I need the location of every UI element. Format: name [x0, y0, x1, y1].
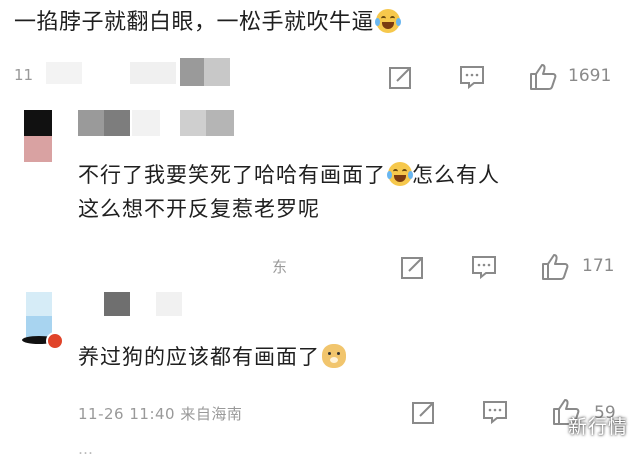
- laugh-tears-emoji-icon: [375, 9, 402, 33]
- redacted-block: [46, 62, 82, 84]
- redacted-block: [156, 292, 182, 316]
- avatar-lower: [24, 136, 52, 162]
- redacted-block: [132, 110, 160, 136]
- share-icon[interactable]: [400, 254, 426, 280]
- like-icon[interactable]: [528, 62, 558, 92]
- verified-badge-icon: [46, 332, 64, 350]
- top-comment-text: 一掐脖子就翻白眼，一松手就吹牛逼: [14, 8, 402, 38]
- top-comment-body: 一掐脖子就翻白眼，一松手就吹牛逼: [14, 10, 375, 35]
- reply-text: 不行了我要笑死了哈哈有画面了 怎么有人 这么想不开反复惹老罗呢: [78, 158, 500, 226]
- like-icon[interactable]: [540, 252, 570, 282]
- comment-icon[interactable]: [459, 64, 485, 90]
- top-comment-meta: 11: [14, 66, 34, 84]
- redacted-block: [104, 292, 130, 316]
- redacted-block: [180, 110, 234, 136]
- avatar[interactable]: [24, 110, 52, 136]
- redacted-block: [180, 58, 230, 86]
- reply-text-line2: 怎么有人: [412, 163, 500, 187]
- reply-meta: 东: [272, 258, 288, 276]
- reply-like-count: 171: [582, 256, 615, 276]
- share-icon[interactable]: [388, 64, 414, 90]
- reply-text-body: 养过狗的应该都有画面了: [78, 345, 320, 369]
- redacted-block: [130, 62, 176, 84]
- reply-text: 养过狗的应该都有画面了: [78, 340, 346, 374]
- next-comment-peek: …: [78, 440, 93, 458]
- comment-icon[interactable]: [482, 399, 508, 425]
- reply-text-line3: 这么想不开反复惹老罗呢: [78, 197, 320, 221]
- avatar[interactable]: [26, 292, 52, 316]
- comment-icon[interactable]: [471, 254, 497, 280]
- laugh-tears-emoji-icon: [387, 162, 413, 186]
- top-comment-like-count: 1691: [568, 66, 612, 86]
- share-icon[interactable]: [411, 399, 437, 425]
- watermark: 新行情: [567, 416, 628, 438]
- reply-meta: 11-26 11:40 来自海南: [78, 405, 243, 423]
- dog-emoji-icon: [322, 344, 346, 368]
- redacted-block: [78, 110, 130, 136]
- reply-text-line1: 不行了我要笑死了哈哈有画面了: [78, 163, 386, 187]
